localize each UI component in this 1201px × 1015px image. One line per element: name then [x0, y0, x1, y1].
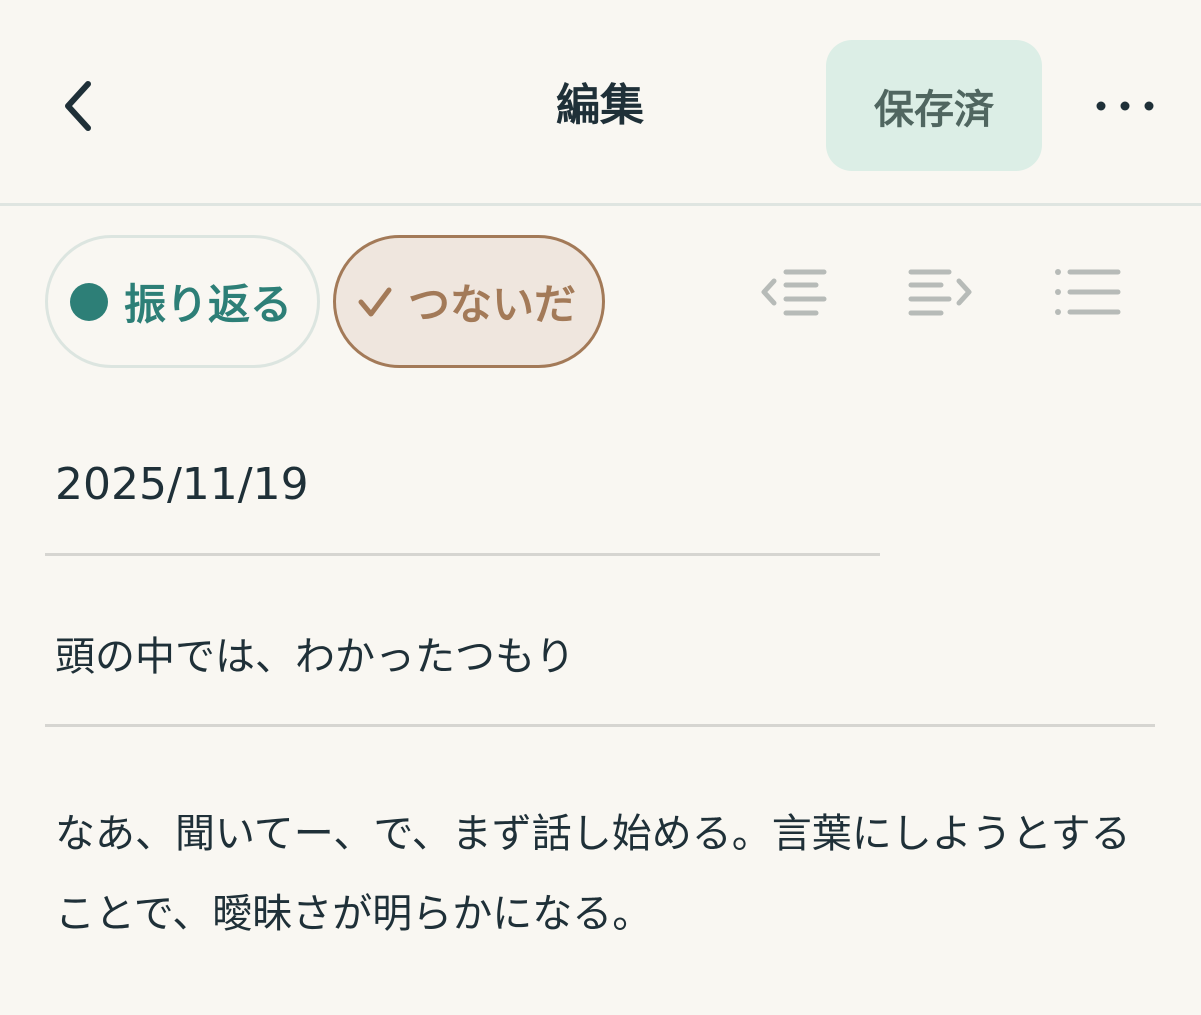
outdent-icon [761, 269, 827, 316]
title-value: 頭の中では、わかったつもり [55, 634, 575, 680]
bulleted-list-icon [1055, 269, 1121, 315]
date-field[interactable]: 2025/11/19 [45, 440, 880, 556]
saved-button[interactable]: 保存済 [826, 40, 1042, 171]
indent-icon [908, 269, 972, 316]
chevron-left-icon [65, 81, 91, 131]
page-title: 編集 [556, 80, 644, 131]
chip-label-connected: つないだ [408, 280, 577, 329]
back-button[interactable] [50, 74, 106, 138]
mode-chip-connected[interactable]: つないだ [333, 235, 605, 368]
more-horizontal-icon [1096, 101, 1154, 111]
filled-dot-icon [70, 282, 108, 321]
date-value: 2025/11/19 [55, 459, 309, 510]
more-button[interactable] [1090, 80, 1160, 132]
mode-chip-reflect[interactable]: 振り返る [45, 235, 320, 368]
outdent-button[interactable] [755, 262, 831, 324]
indent-button[interactable] [902, 262, 978, 324]
chip-label-reflect: 振り返る [124, 280, 293, 329]
title-field[interactable]: 頭の中では、わかったつもり [45, 620, 1155, 727]
bulleted-list-button[interactable] [1050, 262, 1126, 324]
app-header: 編集 保存済 [0, 0, 1201, 206]
body-editor[interactable]: なあ、聞いてー、で、まず話し始める。言葉にしようとすることで、曖昧さが明らかにな… [55, 794, 1165, 954]
check-icon [358, 287, 392, 316]
